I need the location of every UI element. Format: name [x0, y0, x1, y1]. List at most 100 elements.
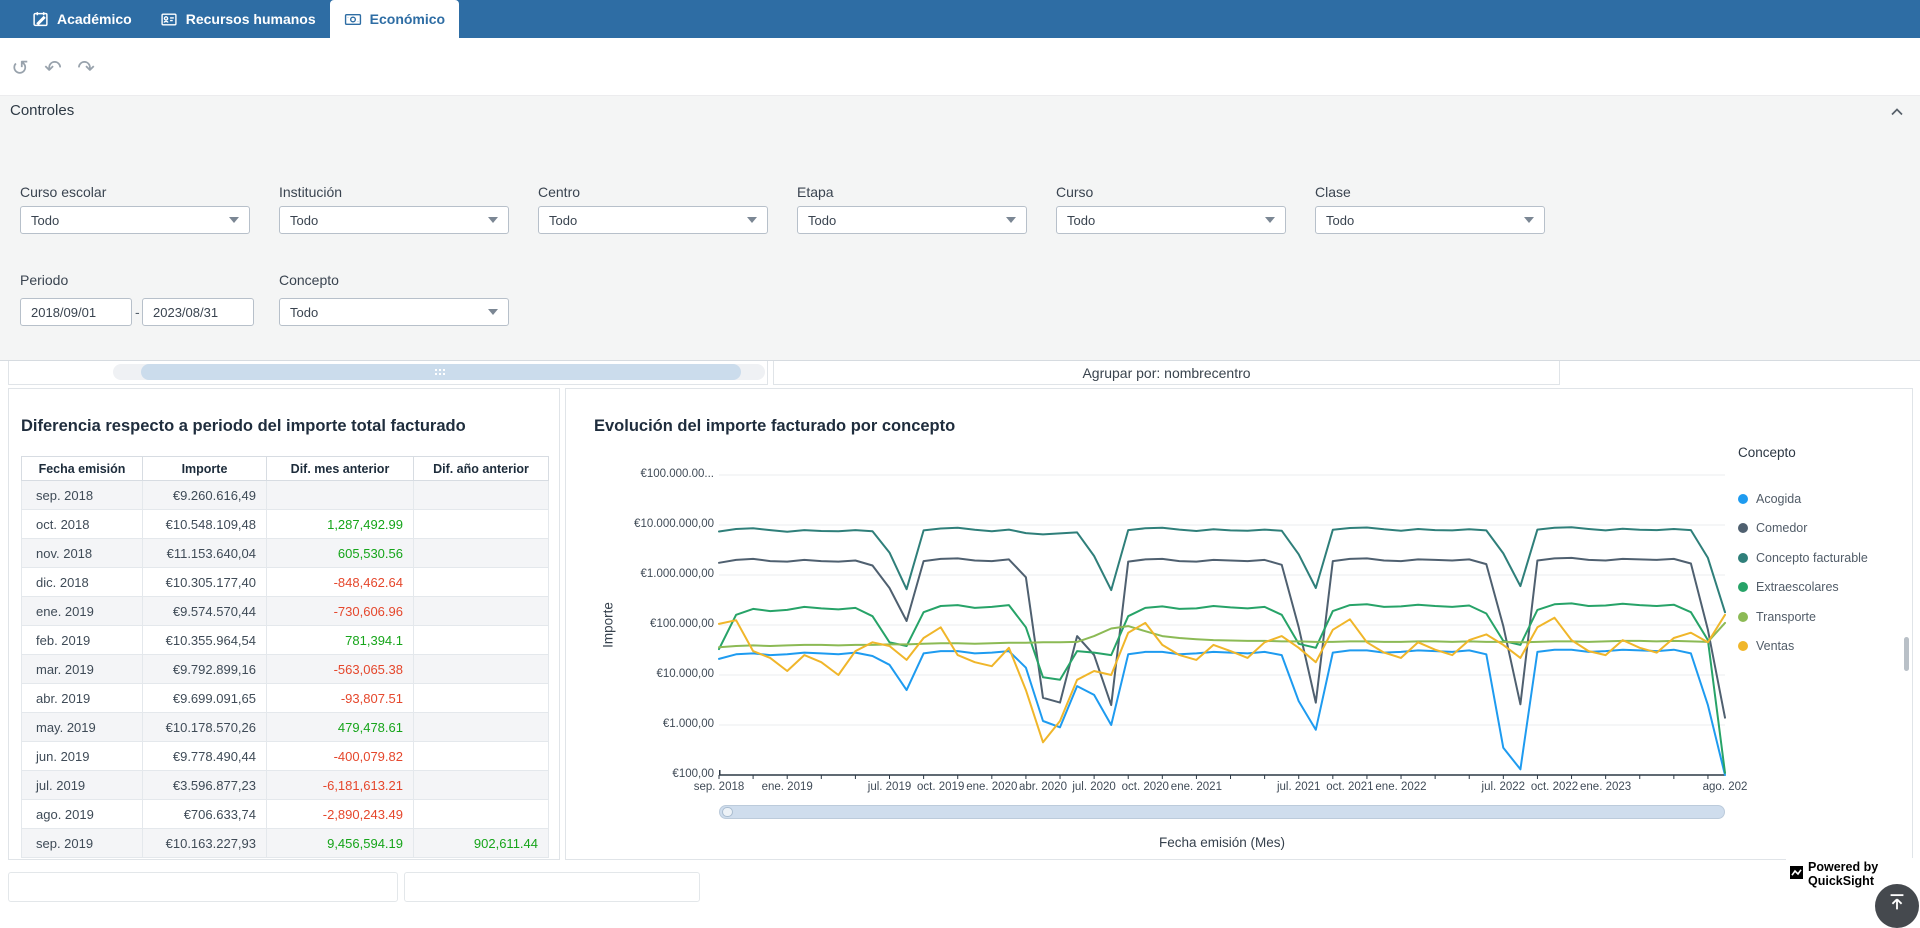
- table-title: Diferencia respecto a periodo del import…: [21, 417, 466, 436]
- tab-economico[interactable]: Económico: [330, 0, 459, 38]
- table-row[interactable]: ene. 2019€9.574.570,44-730,606.96: [22, 597, 549, 626]
- cell-dif-mes: 1,287,492.99: [267, 510, 414, 539]
- filter-label-institucion: Institución: [279, 184, 342, 200]
- chart-horizontal-scrollbar[interactable]: [719, 805, 1725, 819]
- x-axis-tick-label: oct. 2021: [1326, 781, 1373, 793]
- table-row[interactable]: oct. 2018€10.548.109,481,287,492.99: [22, 510, 549, 539]
- period-from-input[interactable]: [20, 298, 132, 326]
- cell-fecha: jul. 2019: [22, 771, 143, 800]
- legend-dot: [1738, 494, 1748, 504]
- legend-label: Acogida: [1756, 492, 1801, 506]
- cell-dif-ano: [414, 568, 549, 597]
- col-fecha-emision[interactable]: Fecha emisión: [22, 457, 143, 481]
- table-row[interactable]: abr. 2019€9.699.091,65-93,807.51: [22, 684, 549, 713]
- arrow-up-icon: [1886, 891, 1908, 918]
- x-axis-tick-label: sep. 2018: [694, 781, 745, 793]
- cell-fecha: mar. 2019: [22, 655, 143, 684]
- period-to-input[interactable]: [142, 298, 254, 326]
- legend-dot: [1738, 641, 1748, 651]
- select-value: Todo: [1067, 213, 1095, 228]
- card-vertical-scrollbar[interactable]: [1904, 637, 1909, 671]
- scrolled-visual-bottom: Agrupar por: nombrecentro: [773, 361, 1560, 385]
- chevron-down-icon: [1265, 217, 1275, 223]
- table-row[interactable]: jul. 2019€3.596.877,23-6,181,613.21: [22, 771, 549, 800]
- legend-item[interactable]: Concepto facturable: [1738, 543, 1868, 573]
- x-axis-tick-label: ene. 2021: [1171, 781, 1222, 793]
- legend-label: Comedor: [1756, 521, 1807, 535]
- banknote-icon: [344, 11, 362, 28]
- table-row[interactable]: dic. 2018€10.305.177,40-848,462.64: [22, 568, 549, 597]
- horizontal-scrollbar-track[interactable]: [113, 364, 765, 380]
- cell-fecha: nov. 2018: [22, 539, 143, 568]
- clase-select[interactable]: Todo: [1315, 206, 1545, 234]
- table-row[interactable]: sep. 2018€9.260.616,49: [22, 481, 549, 510]
- col-importe[interactable]: Importe: [143, 457, 267, 481]
- institucion-select[interactable]: Todo: [279, 206, 509, 234]
- table-row[interactable]: sep. 2019€10.163.227,939,456,594.19902,6…: [22, 829, 549, 858]
- group-by-label: Agrupar por: nombrecentro: [1082, 365, 1250, 381]
- x-axis-tick-label: oct. 2020: [1122, 781, 1169, 793]
- legend-dot: [1738, 523, 1748, 533]
- col-dif-ano-anterior[interactable]: Dif. año anterior: [414, 457, 549, 481]
- table-row[interactable]: ago. 2019€706.633,74-2,890,243.49: [22, 800, 549, 829]
- tab-recursos-humanos[interactable]: Recursos humanos: [146, 0, 330, 38]
- drag-grip-icon: [435, 369, 437, 371]
- col-dif-mes-anterior[interactable]: Dif. mes anterior: [267, 457, 414, 481]
- select-value: Todo: [290, 213, 318, 228]
- chevron-down-icon: [747, 217, 757, 223]
- x-axis-tick-label: ago. 202: [1703, 781, 1748, 793]
- importe-table: Fecha emisión Importe Dif. mes anterior …: [21, 456, 549, 858]
- cell-fecha: ago. 2019: [22, 800, 143, 829]
- cell-dif-mes: -2,890,243.49: [267, 800, 414, 829]
- cell-importe: €10.548.109,48: [143, 510, 267, 539]
- table-row[interactable]: may. 2019€10.178.570,26479,478.61: [22, 713, 549, 742]
- cell-importe: €706.633,74: [143, 800, 267, 829]
- concepto-select[interactable]: Todo: [279, 298, 509, 326]
- cell-fecha: dic. 2018: [22, 568, 143, 597]
- select-value: Todo: [808, 213, 836, 228]
- cell-dif-ano: [414, 655, 549, 684]
- etapa-select[interactable]: Todo: [797, 206, 1027, 234]
- legend-item[interactable]: Comedor: [1738, 514, 1868, 544]
- legend-items: Acogida Comedor Concepto facturableExtraes…: [1738, 484, 1868, 661]
- cell-fecha: abr. 2019: [22, 684, 143, 713]
- select-value: Todo: [1326, 213, 1354, 228]
- tab-academico[interactable]: Académico: [18, 0, 146, 38]
- legend-title: Concepto: [1738, 445, 1868, 460]
- chevron-down-icon: [488, 309, 498, 315]
- table-row[interactable]: feb. 2019€10.355.964,54781,394.1: [22, 626, 549, 655]
- legend-item[interactable]: Transporte: [1738, 602, 1868, 632]
- cell-importe: €9.699.091,65: [143, 684, 267, 713]
- legend-item[interactable]: Acogida: [1738, 484, 1868, 514]
- curso-select[interactable]: Todo: [1056, 206, 1286, 234]
- centro-select[interactable]: Todo: [538, 206, 768, 234]
- filter-label-curso: Curso: [1056, 184, 1093, 200]
- table-row[interactable]: nov. 2018€11.153.640,04605,530.56: [22, 539, 549, 568]
- table-row[interactable]: mar. 2019€9.792.899,16-563,065.38: [22, 655, 549, 684]
- cell-dif-mes: 479,478.61: [267, 713, 414, 742]
- x-axis-tick-label: oct. 2019: [917, 781, 964, 793]
- undo-icon[interactable]: ↶: [41, 56, 65, 82]
- redo-icon[interactable]: ↷: [74, 56, 98, 82]
- legend-item[interactable]: Ventas: [1738, 632, 1868, 662]
- next-visual-card: [404, 872, 700, 902]
- collapse-chevron-icon[interactable]: [1888, 103, 1906, 121]
- x-axis-tick-label: jul. 2021: [1277, 781, 1320, 793]
- legend-label: Ventas: [1756, 639, 1794, 653]
- cell-dif-ano: [414, 510, 549, 539]
- table-row[interactable]: jun. 2019€9.778.490,44-400,079.82: [22, 742, 549, 771]
- scroll-top-fab[interactable]: [1875, 884, 1919, 928]
- chevron-down-icon: [488, 217, 498, 223]
- cell-dif-ano: [414, 684, 549, 713]
- chevron-down-icon: [1524, 217, 1534, 223]
- legend-item[interactable]: Extraescolares: [1738, 573, 1868, 603]
- horizontal-scrollbar-thumb[interactable]: [141, 364, 741, 380]
- x-axis-tick-label: jul. 2022: [1482, 781, 1525, 793]
- chart-scrollbar-thumb[interactable]: [722, 807, 733, 817]
- x-axis-tick-label: ene. 2020: [966, 781, 1017, 793]
- reset-icon[interactable]: ↺: [8, 56, 32, 82]
- cell-dif-mes: -848,462.64: [267, 568, 414, 597]
- curso-escolar-select[interactable]: Todo: [20, 206, 250, 234]
- controls-panel: Controles Curso escolar Institución Cent…: [0, 95, 1920, 361]
- table-header-row: Fecha emisión Importe Dif. mes anterior …: [22, 457, 549, 481]
